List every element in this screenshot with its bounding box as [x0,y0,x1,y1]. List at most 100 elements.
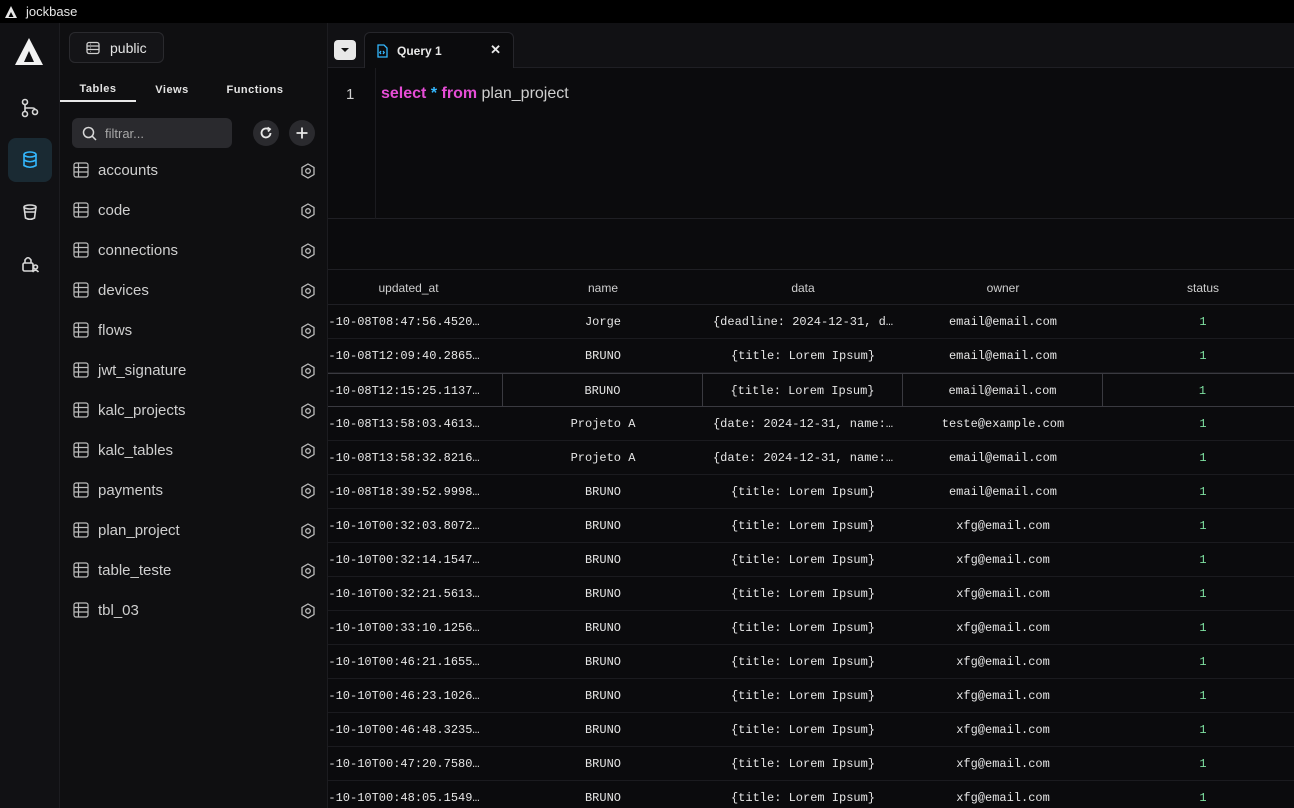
cell-owner[interactable]: xfg@email.com [903,543,1103,576]
cell-name[interactable]: BRUNO [503,374,703,407]
cell-status[interactable]: 1 [1103,713,1294,746]
cell-data[interactable]: {title: Lorem Ipsum} [703,713,903,746]
cell-name[interactable]: BRUNO [503,781,703,808]
sidebar-table-item[interactable]: plan_project [60,511,328,551]
table-row[interactable]: 24-10-08T18:39:52.9998… BRUNO {title: Lore… [328,475,1294,509]
cell-data[interactable]: {title: Lorem Ipsum} [703,475,903,508]
rail-auth-button[interactable] [8,242,52,286]
tab-views[interactable]: Views [136,78,208,102]
cell-data[interactable]: {title: Lorem Ipsum} [703,543,903,576]
sidebar-table-item[interactable]: kalc_projects [60,391,328,431]
cell-data[interactable]: {title: Lorem Ipsum} [703,374,903,407]
sidebar-table-item[interactable]: code [60,191,328,231]
table-row[interactable]: 24-10-10T00:33:10.1256… BRUNO {title: Lore… [328,611,1294,645]
column-header-owner[interactable]: owner [903,271,1103,305]
cell-status[interactable]: 1 [1103,407,1294,440]
cell-owner[interactable]: xfg@email.com [903,713,1103,746]
gear-icon[interactable] [300,563,316,579]
cell-data[interactable]: {date: 2024-12-31, name:… [703,407,903,440]
sidebar-table-item[interactable]: payments [60,471,328,511]
cell-owner[interactable]: email@email.com [903,339,1103,372]
cell-updated-at[interactable]: 24-10-08T12:09:40.2865… [328,339,503,372]
add-table-button[interactable] [289,120,315,146]
cell-name[interactable]: Projeto A [503,441,703,474]
sidebar-table-item[interactable]: accounts [60,151,328,191]
column-header-data[interactable]: data [703,271,903,305]
cell-data[interactable]: {deadline: 2024-12-31, d… [703,305,903,338]
cell-data[interactable]: {title: Lorem Ipsum} [703,781,903,808]
cell-status[interactable]: 1 [1103,509,1294,542]
cell-owner[interactable]: xfg@email.com [903,781,1103,808]
cell-data[interactable]: {title: Lorem Ipsum} [703,339,903,372]
sidebar-table-item[interactable]: flows [60,311,328,351]
refresh-button[interactable] [253,120,279,146]
table-row[interactable]: 24-10-08T12:09:40.2865… BRUNO {title: Lore… [328,339,1294,373]
gear-icon[interactable] [300,443,316,459]
gear-icon[interactable] [300,403,316,419]
cell-status[interactable]: 1 [1103,577,1294,610]
cell-status[interactable]: 1 [1103,747,1294,780]
cell-data[interactable]: {title: Lorem Ipsum} [703,577,903,610]
cell-updated-at[interactable]: 24-10-10T00:46:48.3235… [328,713,503,746]
table-row[interactable]: 24-10-08T13:58:03.4613… Projeto A {date: 2… [328,407,1294,441]
table-row[interactable]: 24-10-08T13:58:32.8216… Projeto A {date: 2… [328,441,1294,475]
cell-owner[interactable]: teste@example.com [903,407,1103,440]
cell-data[interactable]: {title: Lorem Ipsum} [703,747,903,780]
cell-owner[interactable]: xfg@email.com [903,679,1103,712]
cell-updated-at[interactable]: 24-10-10T00:48:05.1549… [328,781,503,808]
table-row[interactable]: 24-10-10T00:48:05.1549… BRUNO {title: Lore… [328,781,1294,808]
rail-database-button[interactable] [8,138,52,182]
sidebar-table-item[interactable]: devices [60,271,328,311]
triangle-logo-icon[interactable] [14,37,44,67]
rail-storage-button[interactable] [8,190,52,234]
sidebar-table-item[interactable]: jwt_signature [60,351,328,391]
cell-name[interactable]: BRUNO [503,339,703,372]
cell-updated-at[interactable]: 24-10-10T00:32:14.1547… [328,543,503,576]
sidebar-table-item[interactable]: connections [60,231,328,271]
table-row[interactable]: 24-10-10T00:46:21.1655… BRUNO {title: Lore… [328,645,1294,679]
cell-name[interactable]: BRUNO [503,543,703,576]
cell-status[interactable]: 1 [1103,611,1294,644]
cell-name[interactable]: BRUNO [503,645,703,678]
cell-updated-at[interactable]: 24-10-08T18:39:52.9998… [328,475,503,508]
gear-icon[interactable] [300,203,316,219]
gear-icon[interactable] [300,603,316,619]
cell-updated-at[interactable]: 24-10-10T00:33:10.1256… [328,611,503,644]
cell-updated-at[interactable]: 24-10-08T08:47:56.4520… [328,305,503,338]
rail-flows-button[interactable] [8,86,52,130]
table-row[interactable]: 24-10-10T00:32:03.8072… BRUNO {title: Lore… [328,509,1294,543]
gear-icon[interactable] [300,283,316,299]
cell-owner[interactable]: email@email.com [903,374,1103,407]
cell-owner[interactable]: xfg@email.com [903,577,1103,610]
tabs-dropdown-button[interactable] [334,40,356,60]
cell-status[interactable]: 1 [1103,374,1294,407]
cell-status[interactable]: 1 [1103,781,1294,808]
gear-icon[interactable] [300,523,316,539]
cell-owner[interactable]: xfg@email.com [903,747,1103,780]
cell-updated-at[interactable]: 24-10-10T00:47:20.7580… [328,747,503,780]
cell-updated-at[interactable]: 24-10-10T00:32:03.8072… [328,509,503,542]
cell-name[interactable]: BRUNO [503,747,703,780]
cell-data[interactable]: {title: Lorem Ipsum} [703,679,903,712]
filter-input[interactable] [105,125,225,141]
table-row[interactable]: 24-10-10T00:47:20.7580… BRUNO {title: Lore… [328,747,1294,781]
gear-icon[interactable] [300,483,316,499]
cell-updated-at[interactable]: 24-10-10T00:46:21.1655… [328,645,503,678]
gear-icon[interactable] [300,243,316,259]
sidebar-table-item[interactable]: kalc_tables [60,431,328,471]
gear-icon[interactable] [300,363,316,379]
cell-status[interactable]: 1 [1103,305,1294,338]
cell-data[interactable]: {title: Lorem Ipsum} [703,509,903,542]
cell-name[interactable]: Jorge [503,305,703,338]
cell-updated-at[interactable]: 24-10-08T13:58:03.4613… [328,407,503,440]
cell-data[interactable]: {title: Lorem Ipsum} [703,645,903,678]
table-row[interactable]: 24-10-10T00:46:48.3235… BRUNO {title: Lore… [328,713,1294,747]
cell-status[interactable]: 1 [1103,543,1294,576]
cell-status[interactable]: 1 [1103,475,1294,508]
sidebar-table-item[interactable]: table_teste [60,551,328,591]
cell-data[interactable]: {date: 2024-12-31, name:… [703,441,903,474]
cell-name[interactable]: BRUNO [503,679,703,712]
table-row[interactable]: 24-10-10T00:32:14.1547… BRUNO {title: Lore… [328,543,1294,577]
table-row[interactable]: 24-10-10T00:32:21.5613… BRUNO {title: Lore… [328,577,1294,611]
cell-status[interactable]: 1 [1103,679,1294,712]
